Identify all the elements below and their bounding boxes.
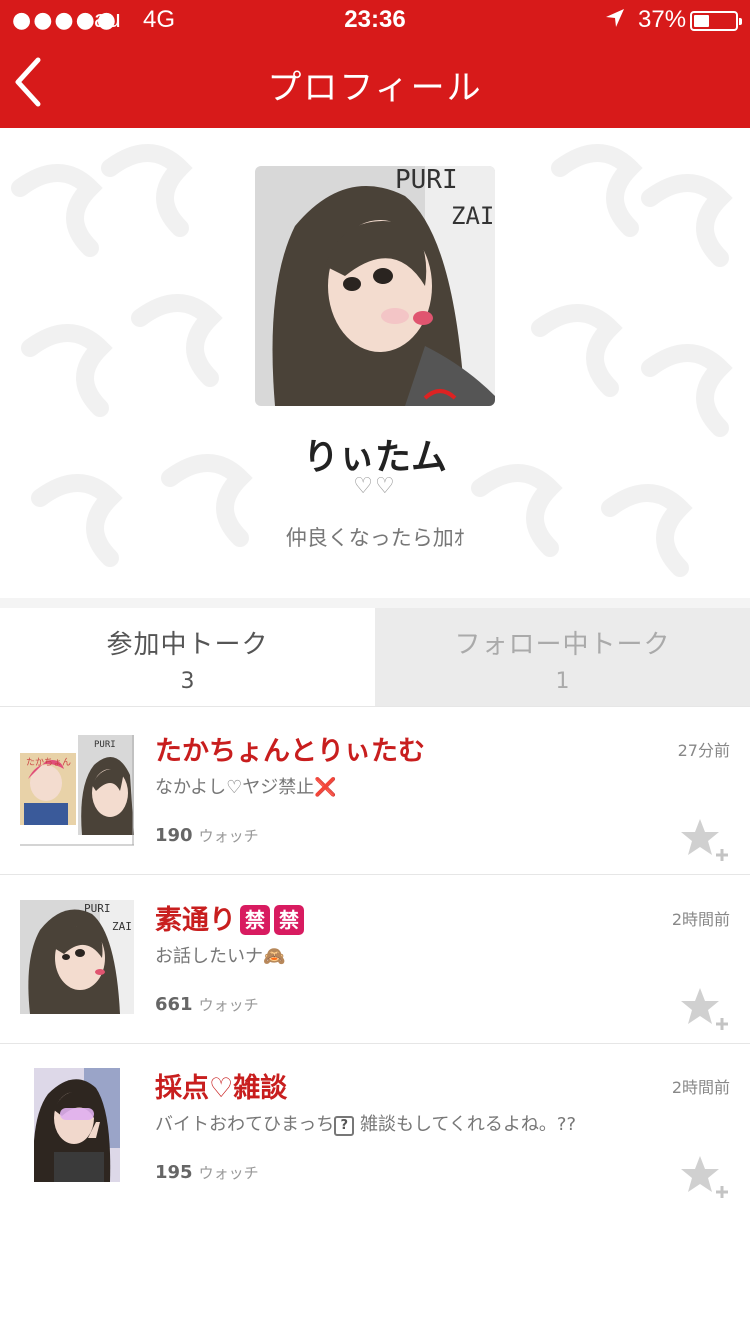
add-favorite-star-icon[interactable] [680,817,730,861]
watch-count-label: ウォッチ [198,1164,259,1182]
talk-title: 素通り禁禁 [155,898,304,937]
tab-count: 3 [180,669,195,694]
battery-percent: 37% [638,6,687,33]
tab-bar: 参加中トーク 3 フォロー中トーク 1 [0,608,750,706]
svg-text:PURI: PURI [395,166,458,195]
talk-thumbnail: PURI ZAI [20,900,134,1014]
watch-count-number: 190 [155,825,193,846]
tab-following-talks[interactable]: フォロー中トーク 1 [375,608,750,706]
header: ●●●●● au 4G 23:36 37% プロフィール [0,0,750,128]
profile-bio: 仲良くなったら加ｵ [285,526,465,550]
svg-text:たかちょん: たかちょん [26,757,71,768]
prohibited-badge-icon: 禁 [240,905,270,935]
see-no-evil-monkey-icon: 🙈 [263,946,286,967]
add-favorite-star-icon[interactable] [680,1154,730,1198]
watch-count: 661 ウォッチ [155,994,259,1015]
talk-timestamp: 2時間前 [671,910,730,929]
talk-timestamp: 2時間前 [671,1078,730,1097]
add-favorite-star-icon[interactable] [680,986,730,1030]
talk-description-text: お話したいナ [155,946,263,967]
watch-count-label: ウォッチ [198,996,259,1014]
talk-title-text: 素通り [155,905,236,936]
talk-timestamp: 27分前 [677,741,730,760]
profile-hearts: ♡♡ [353,474,397,499]
talk-list-item[interactable]: 採点♡雑談 バイトおわてひまっち? 雑談もしてくれるよね。?? 2時間前 195… [0,1044,750,1212]
svg-text:PURI: PURI [94,740,116,750]
question-box-icon: ? [334,1116,355,1136]
talk-title: 採点♡雑談 [155,1073,288,1104]
talk-description: バイトおわてひまっち? 雑談もしてくれるよね。?? [155,1110,576,1136]
location-arrow-icon [604,7,626,35]
talk-thumbnail: たかちょん PURI [20,735,134,849]
talk-list-item[interactable]: たかちょん PURI たかちょんとりぃたむ なかよし♡ヤジ禁止❌ 27分前 19… [0,707,750,875]
watch-count: 195 ウォッチ [155,1162,259,1183]
battery-level [694,15,709,27]
watch-count-number: 195 [155,1162,193,1183]
talk-description-text: バイトおわてひまっち [155,1114,335,1135]
cross-mark-icon: ❌ [314,777,337,798]
divider [0,598,750,608]
tab-joined-talks[interactable]: 参加中トーク 3 [0,608,375,706]
tab-count: 1 [555,669,570,694]
tab-label: フォロー中トーク [454,630,671,660]
watch-count-label: ウォッチ [198,827,259,845]
svg-text:ZAI: ZAI [451,202,494,230]
prohibited-badge-icon: 禁 [274,905,304,935]
talk-thumbnail [34,1068,120,1182]
profile-avatar[interactable]: PURI ZAI [255,166,495,406]
talk-title: たかちょんとりぃたむ [155,736,425,767]
status-bar: ●●●●● au 4G 23:36 37% [0,0,750,40]
tab-label: 参加中トーク [106,630,269,660]
talk-list-item[interactable]: PURI ZAI 素通り禁禁 お話したいナ🙈 2時間前 661 ウォッチ [0,876,750,1044]
talk-description: なかよし♡ヤジ禁止❌ [155,773,337,799]
page-title: プロフィール [267,68,483,108]
watch-count: 190 ウォッチ [155,825,259,846]
battery-icon [690,11,742,31]
profile-header: PURI ZAI りぃたム ♡♡ 仲良くなったら加ｵ [0,128,750,598]
talk-description: お話したいナ🙈 [155,942,285,968]
talk-description-text: 雑談もしてくれるよね。?? [354,1114,577,1135]
svg-text:ZAI: ZAI [112,920,132,933]
watch-count-number: 661 [155,994,193,1015]
profile-name: りぃたム [302,437,447,478]
talk-description-text: なかよし♡ヤジ禁止 [155,777,315,798]
